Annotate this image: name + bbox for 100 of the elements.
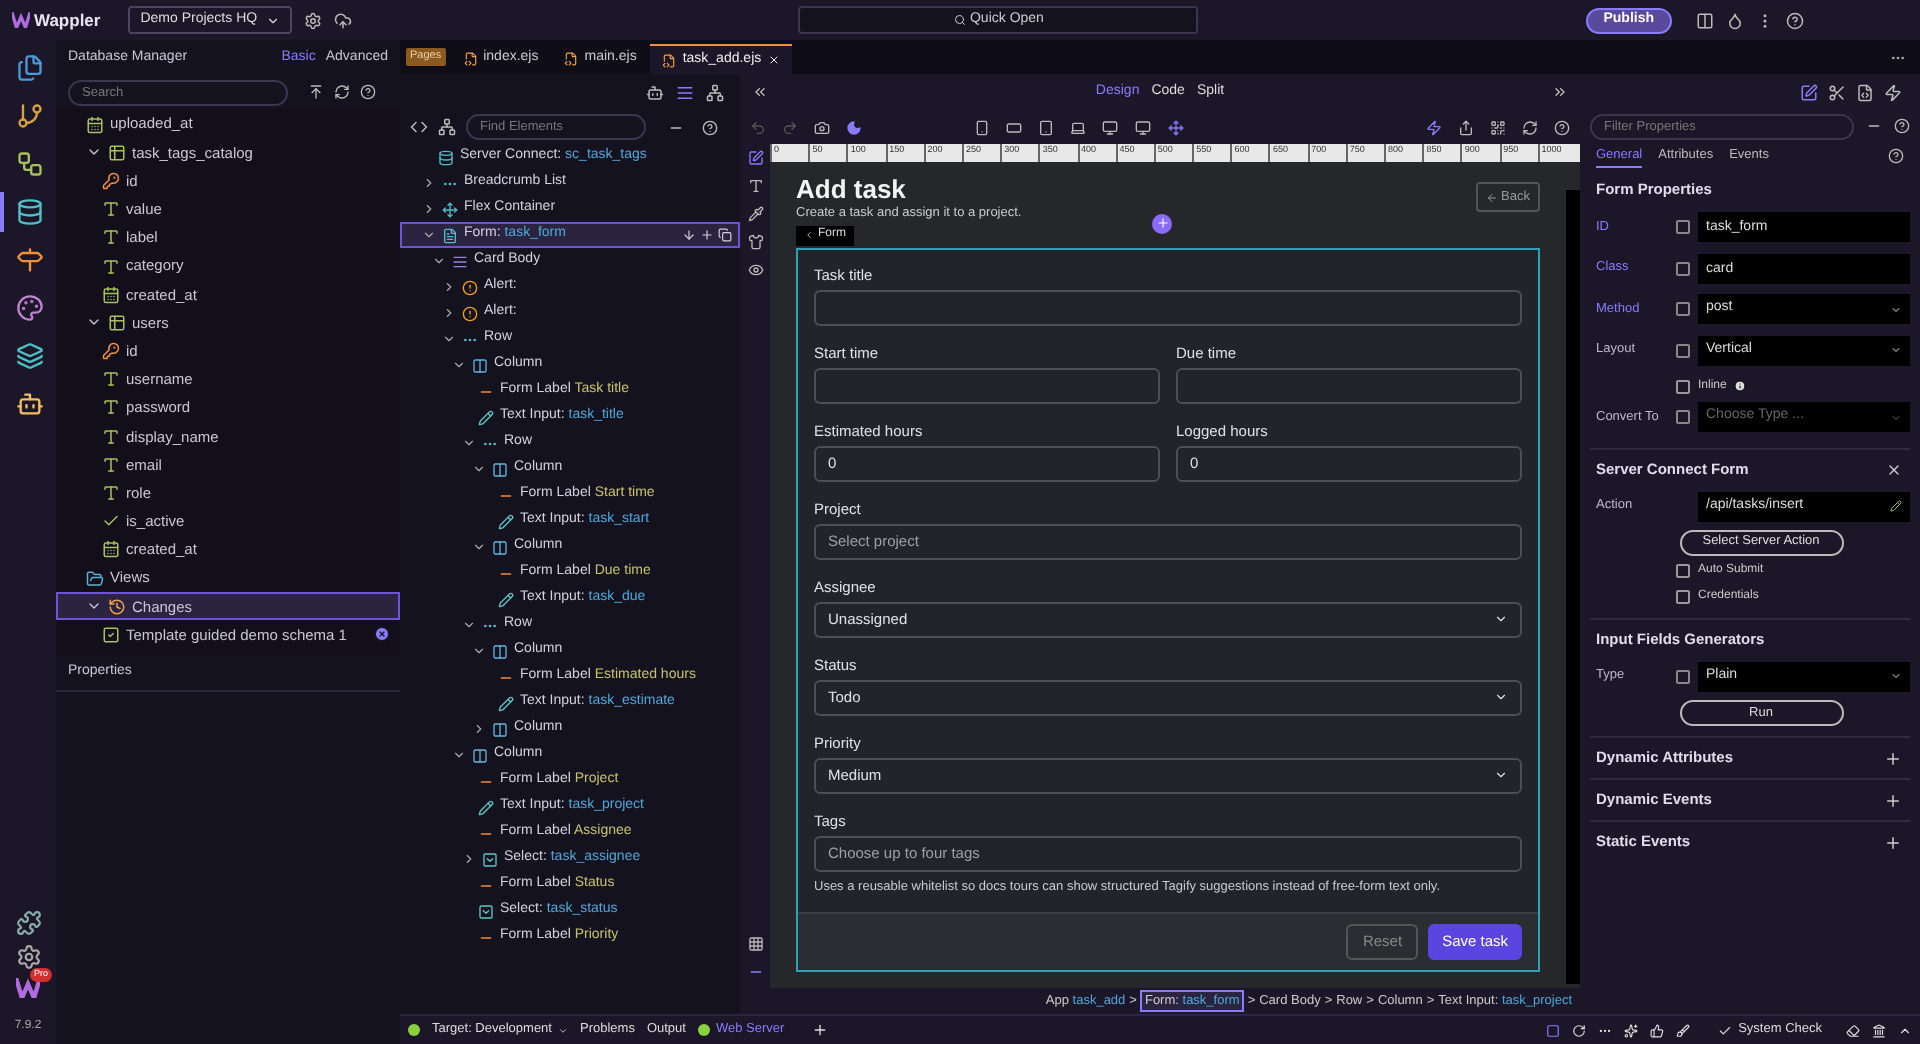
collapse-right-icon[interactable] xyxy=(1552,84,1568,100)
chevron-icon[interactable] xyxy=(472,540,486,554)
move-icon[interactable] xyxy=(1168,119,1184,135)
sparkles-icon[interactable] xyxy=(1624,1023,1639,1037)
settings-icon[interactable] xyxy=(15,944,41,970)
expand-icon[interactable] xyxy=(1884,833,1902,851)
css-file-icon[interactable] xyxy=(1856,83,1874,101)
copy-icon[interactable] xyxy=(718,228,732,242)
chevron-icon[interactable] xyxy=(462,618,476,632)
chevron-icon[interactable] xyxy=(452,748,466,762)
chevron-icon[interactable] xyxy=(472,462,486,476)
share-icon[interactable] xyxy=(1458,119,1474,135)
chevron-icon[interactable] xyxy=(452,358,466,372)
cloud-upload-icon[interactable] xyxy=(334,11,353,29)
camera-icon[interactable] xyxy=(814,119,830,135)
chevron-icon[interactable] xyxy=(422,176,436,190)
shirt-icon[interactable] xyxy=(747,234,763,250)
wide-monitor-icon[interactable] xyxy=(1134,119,1152,135)
scissors-icon[interactable] xyxy=(1828,83,1846,101)
checkbox[interactable] xyxy=(1676,379,1690,393)
logo-icon[interactable] xyxy=(16,978,40,998)
caret-icon xyxy=(1890,303,1902,315)
edit-icon[interactable] xyxy=(747,150,763,166)
hierarchy-icon[interactable] xyxy=(706,83,724,101)
help-icon[interactable] xyxy=(702,119,718,135)
chevron-icon[interactable] xyxy=(442,280,456,294)
columns-icon xyxy=(492,461,508,477)
checkbox[interactable] xyxy=(1676,590,1690,604)
binding-icon[interactable] xyxy=(1676,220,1690,234)
list-icon[interactable] xyxy=(676,83,694,101)
landscape-icon[interactable] xyxy=(1006,119,1022,135)
chevron-up-icon[interactable] xyxy=(1898,1023,1912,1037)
eye-icon[interactable] xyxy=(747,262,763,278)
tablet-icon[interactable] xyxy=(1038,119,1054,135)
columns-icon xyxy=(492,643,508,659)
close-icon[interactable] xyxy=(1886,461,1902,477)
scrollbar[interactable] xyxy=(1566,190,1580,984)
edit-icon[interactable] xyxy=(1800,83,1818,101)
laptop-icon[interactable] xyxy=(1070,119,1086,135)
checkbox[interactable] xyxy=(1676,564,1690,578)
add-icon[interactable] xyxy=(700,228,714,242)
chevron-icon[interactable] xyxy=(472,644,486,658)
chevron-icon[interactable] xyxy=(462,436,476,450)
move-down-icon[interactable] xyxy=(682,228,696,242)
add-button[interactable] xyxy=(1152,213,1172,234)
chevron-icon[interactable] xyxy=(442,332,456,346)
expand-icon[interactable] xyxy=(1884,749,1902,767)
refresh-icon[interactable] xyxy=(334,84,350,100)
thumbs-up-icon[interactable] xyxy=(1650,1023,1665,1037)
binding-icon[interactable] xyxy=(1676,669,1690,683)
help-icon[interactable] xyxy=(1894,118,1910,134)
remove-icon[interactable] xyxy=(374,626,390,643)
chevron-icon[interactable] xyxy=(422,202,436,216)
monitor-icon[interactable] xyxy=(1102,119,1118,135)
puzzle-icon[interactable] xyxy=(15,910,41,936)
eraser-icon[interactable] xyxy=(1846,1023,1860,1037)
file-icon xyxy=(564,52,579,66)
building-icon[interactable] xyxy=(1872,1023,1886,1037)
moon-icon[interactable] xyxy=(846,119,862,135)
qr-code-icon[interactable] xyxy=(1490,119,1506,135)
collapse-icon[interactable] xyxy=(308,84,324,100)
chevron-icon[interactable] xyxy=(462,852,476,866)
settings-icon[interactable] xyxy=(304,11,323,29)
columns-icon[interactable] xyxy=(1696,11,1714,29)
phone-icon[interactable] xyxy=(974,119,990,135)
chevron-icon[interactable] xyxy=(472,722,486,736)
input-field[interactable] xyxy=(1176,367,1522,404)
pipette-icon[interactable] xyxy=(747,206,763,222)
brush-icon[interactable] xyxy=(1676,1023,1691,1037)
robot-icon[interactable] xyxy=(646,83,664,101)
lightning-icon[interactable] xyxy=(1884,83,1902,101)
help-icon[interactable] xyxy=(360,84,376,100)
check-icon xyxy=(102,512,120,531)
binding-icon[interactable] xyxy=(1676,302,1690,316)
help-icon[interactable] xyxy=(1554,119,1570,135)
square-icon[interactable] xyxy=(1546,1023,1561,1037)
chevron-icon[interactable] xyxy=(432,254,446,268)
text-icon[interactable] xyxy=(747,178,763,194)
help-icon[interactable] xyxy=(1786,11,1804,29)
chevron-icon[interactable] xyxy=(442,306,456,320)
expand-icon[interactable] xyxy=(1884,791,1902,809)
key-icon xyxy=(102,342,120,361)
grid-icon[interactable] xyxy=(747,936,763,952)
input-field[interactable] xyxy=(814,367,1160,404)
input-field[interactable] xyxy=(814,289,1522,326)
collapse-left-icon[interactable] xyxy=(752,84,768,100)
hierarchy-icon[interactable] xyxy=(438,118,456,136)
droplet-icon[interactable] xyxy=(1726,11,1744,29)
chevron-icon[interactable] xyxy=(422,228,436,242)
info-icon[interactable] xyxy=(1734,380,1747,392)
binding-icon[interactable] xyxy=(1676,410,1690,424)
code-icon[interactable] xyxy=(410,118,428,136)
refresh-icon[interactable] xyxy=(1522,119,1538,135)
reload-icon[interactable] xyxy=(1572,1023,1587,1037)
binding-icon[interactable] xyxy=(1676,261,1690,275)
caret-icon[interactable] xyxy=(557,1025,568,1035)
binding-icon[interactable] xyxy=(1676,343,1690,357)
add-icon[interactable] xyxy=(812,1022,829,1038)
lightning-icon[interactable] xyxy=(1426,119,1442,135)
help-icon[interactable] xyxy=(1888,148,1904,164)
